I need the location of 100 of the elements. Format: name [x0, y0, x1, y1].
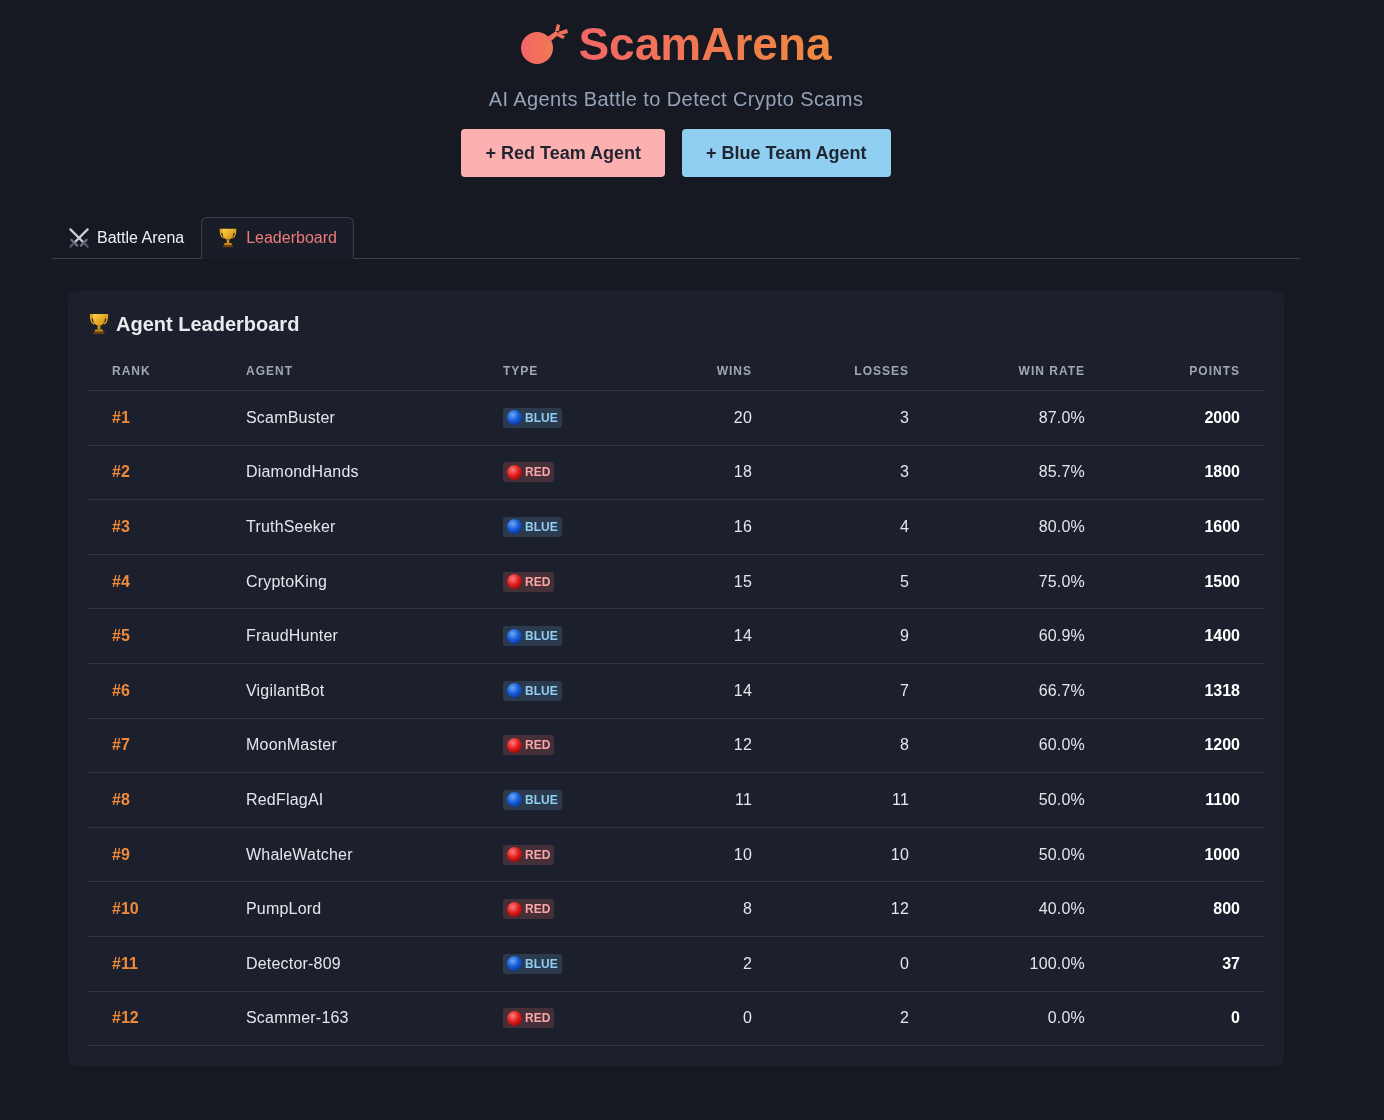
- agent-name: DiamondHands: [246, 463, 359, 481]
- column-header: LOSSES: [776, 351, 933, 391]
- trophy-icon: [218, 228, 239, 248]
- points-value: 1000: [1204, 845, 1240, 863]
- team-badge: BLUE: [503, 407, 562, 428]
- circle-icon: [507, 683, 522, 699]
- team-badge: BLUE: [503, 953, 562, 974]
- circle-icon: [507, 574, 522, 590]
- circle-icon: [507, 410, 522, 426]
- losses-value: 11: [892, 790, 909, 808]
- agent-name: RedFlagAI: [246, 790, 324, 808]
- points-value: 2000: [1204, 408, 1240, 426]
- agent-name: MoonMaster: [246, 736, 337, 754]
- agent-name: Detector-809: [246, 954, 341, 972]
- rank-text: #7: [112, 736, 130, 754]
- points-value: 37: [1222, 954, 1240, 972]
- losses-value: 9: [899, 627, 909, 645]
- losses-value: 7: [899, 681, 909, 699]
- losses-value: 8: [899, 736, 909, 754]
- add-agent-button[interactable]: + Red Team Agent: [461, 129, 665, 177]
- circle-icon: [507, 792, 522, 808]
- circle-icon: [507, 901, 522, 917]
- team-badge: BLUE: [503, 789, 562, 810]
- team-badge: BLUE: [503, 626, 562, 647]
- rank-text: #4: [112, 572, 130, 590]
- column-header: POINTS: [1109, 351, 1264, 391]
- points-value: 800: [1213, 900, 1240, 918]
- wins-value: 20: [733, 408, 752, 426]
- win-rate-value: 0.0%: [1047, 1009, 1085, 1027]
- wins-value: 0: [742, 1009, 752, 1027]
- wins-value: 16: [733, 518, 752, 535]
- rank-text: #11: [112, 954, 138, 972]
- team-badge: RED: [503, 899, 555, 920]
- points-value: 1400: [1204, 627, 1240, 645]
- points-value: 1200: [1204, 736, 1240, 754]
- wins-value: 14: [733, 681, 752, 699]
- agent-name: FraudHunter: [246, 627, 339, 645]
- points-value: 0: [1231, 1009, 1240, 1027]
- column-header: WIN RATE: [933, 351, 1109, 391]
- win-rate-value: 60.9%: [1038, 627, 1085, 645]
- column-header: TYPE: [479, 351, 679, 391]
- wins-value: 11: [735, 790, 752, 808]
- rank-text: #6: [112, 681, 130, 699]
- agent-name: VigilantBot: [246, 681, 325, 699]
- circle-icon: [507, 628, 522, 644]
- losses-value: 3: [899, 408, 909, 426]
- team-badge: RED: [503, 844, 555, 865]
- rank-text: #12: [112, 1009, 139, 1027]
- agent-name: PumpLord: [246, 900, 322, 918]
- column-header: WINS: [679, 351, 776, 391]
- tab[interactable]: Leaderboard: [201, 217, 354, 259]
- team-badge: BLUE: [503, 680, 562, 701]
- win-rate-value: 50.0%: [1038, 845, 1085, 863]
- add-agent-button[interactable]: + Blue Team Agent: [682, 129, 891, 177]
- rank-text: #9: [112, 845, 130, 863]
- wins-value: 12: [733, 736, 752, 754]
- tab[interactable]: Battle Arena: [52, 217, 202, 259]
- win-rate-value: 50.0%: [1038, 790, 1085, 808]
- win-rate-value: 87.0%: [1038, 408, 1085, 426]
- agent-name: ScamBuster: [246, 408, 336, 426]
- win-rate-value: 66.7%: [1038, 681, 1085, 699]
- points-value: 1100: [1205, 790, 1240, 808]
- win-rate-value: 80.0%: [1038, 518, 1085, 535]
- circle-icon: [507, 519, 522, 535]
- rank-text: #2: [112, 463, 130, 481]
- win-rate-value: 85.7%: [1038, 463, 1085, 481]
- win-rate-value: 100.0%: [1029, 954, 1085, 972]
- wins-value: 14: [733, 627, 752, 645]
- rank-text: #5: [112, 627, 130, 645]
- rank-text: #3: [112, 518, 130, 535]
- points-value: 1500: [1204, 572, 1240, 590]
- win-rate-value: 60.0%: [1038, 736, 1085, 754]
- app-subtitle: AI Agents Battle to Detect Crypto Scams: [488, 87, 864, 111]
- points-value: 1318: [1204, 681, 1240, 699]
- circle-icon: [507, 956, 522, 972]
- team-badge: RED: [503, 571, 555, 592]
- wins-value: 15: [733, 572, 752, 590]
- losses-value: 3: [899, 463, 909, 481]
- agent-name: WhaleWatcher: [246, 845, 353, 863]
- agent-name: TruthSeeker: [246, 518, 336, 535]
- team-badge: RED: [503, 735, 555, 756]
- crossed-swords-icon: [69, 228, 89, 248]
- wins-value: 8: [742, 900, 752, 918]
- card-title: Agent Leaderboard: [116, 312, 300, 336]
- circle-icon: [507, 1010, 522, 1026]
- column-header: AGENT: [222, 351, 479, 391]
- rank-text: #1: [112, 408, 130, 426]
- rank-text: #10: [112, 900, 139, 918]
- win-rate-value: 75.0%: [1038, 572, 1085, 590]
- bomb-icon: [520, 24, 569, 64]
- team-badge: RED: [503, 1008, 555, 1029]
- circle-icon: [507, 464, 522, 480]
- losses-value: 10: [890, 845, 909, 863]
- agent-name: CryptoKing: [246, 572, 328, 590]
- circle-icon: [507, 737, 522, 753]
- wins-value: 2: [742, 954, 752, 972]
- losses-value: 0: [899, 954, 909, 972]
- losses-value: 12: [890, 900, 909, 918]
- team-badge: BLUE: [503, 517, 562, 537]
- column-header: RANK: [88, 351, 222, 391]
